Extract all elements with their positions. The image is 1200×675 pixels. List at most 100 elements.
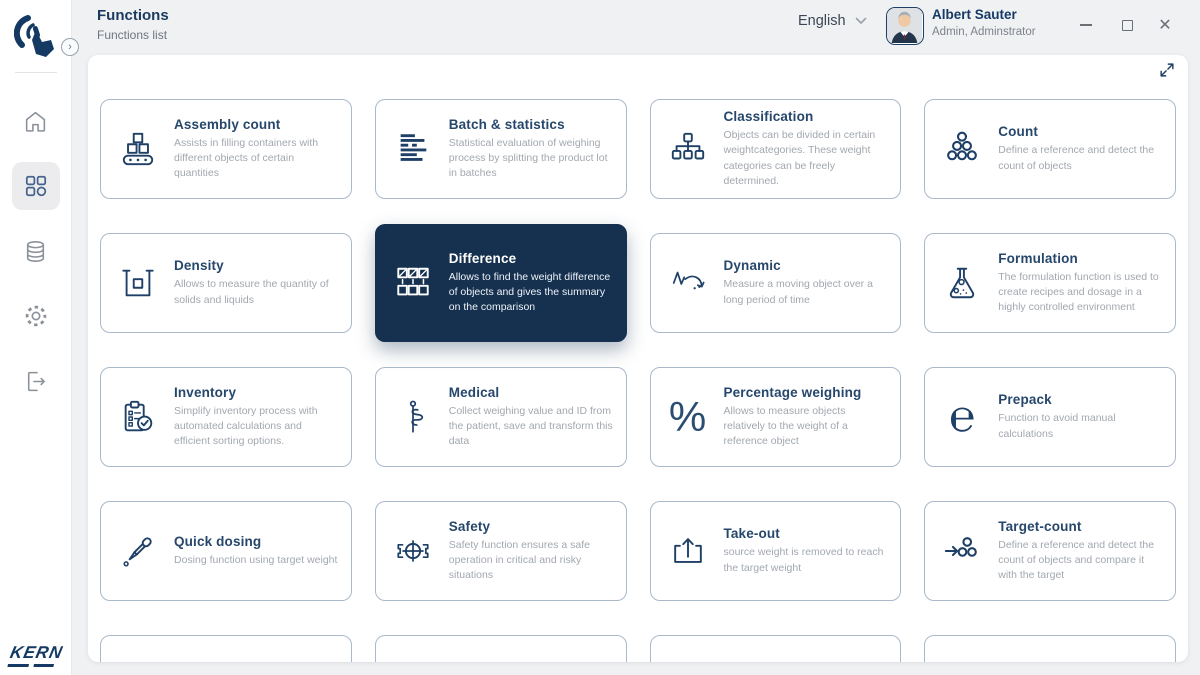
kern-touch-logo [13, 4, 58, 66]
density-icon [115, 264, 161, 302]
minimize-icon [1080, 24, 1092, 26]
window-minimize-button[interactable] [1075, 14, 1097, 36]
card-description: source weight is removed to reach the ta… [723, 546, 884, 574]
functions-panel: Assembly count Assists in filling contain… [88, 55, 1188, 662]
take-out-icon [665, 532, 711, 570]
function-card-difference[interactable]: Difference Allows to find the weight diff… [374, 224, 627, 342]
card-description: Dosing function using target weight [174, 553, 338, 566]
quick-dosing-icon [115, 532, 161, 570]
sidebar-expand-button[interactable]: › [61, 38, 79, 56]
card-title: Count [998, 124, 1038, 140]
card-description: Objects can be divided in certain weight… [723, 129, 876, 187]
kern-brand-underline [7, 663, 61, 666]
function-card-classification[interactable]: Classification Objects can be divided in … [649, 99, 902, 199]
sidebar-item-database[interactable] [12, 227, 60, 275]
function-card-safety[interactable]: Safety Safety function ensures a safe ope… [374, 501, 627, 601]
function-card-partial-1[interactable] [100, 635, 352, 662]
function-card-batch-statistics[interactable]: Batch & statistics Statistical evaluation… [374, 99, 627, 199]
card-title: Assembly count [174, 116, 281, 132]
card-description: Measure a moving object over a long peri… [723, 278, 873, 306]
medical-icon [390, 398, 436, 436]
percentage-glyph: % [668, 393, 707, 440]
chevron-right-icon: › [68, 40, 72, 53]
function-card-dynamic[interactable]: Dynamic Measure a moving object over a lo… [649, 233, 902, 333]
page-title: Functions [97, 7, 169, 24]
function-card-count[interactable]: Count Define a reference and detect the c… [924, 99, 1176, 199]
function-card-prepack[interactable]: ℮ Prepack Function to avoid manual calcul… [924, 367, 1176, 467]
expand-icon [1158, 61, 1178, 79]
dynamic-icon [665, 264, 711, 302]
function-card-assembly-count[interactable]: Assembly count Assists in filling contain… [100, 99, 352, 199]
user-role: Admin, Adminstrator [932, 26, 1036, 38]
function-card-partial-3[interactable] [649, 635, 902, 662]
function-card-medical[interactable]: Medical Collect weighing value and ID fro… [374, 367, 627, 467]
card-description: Assists in filling containers with diffe… [174, 136, 319, 180]
home-icon [23, 109, 48, 134]
kern-brand-logo: KERN [7, 642, 65, 666]
card-description: Collect weighing value and ID from the p… [448, 404, 613, 448]
prepack-icon: ℮ [939, 395, 985, 439]
card-description: Function to avoid manual calculations [998, 412, 1116, 440]
batch-statistics-icon [390, 130, 436, 168]
maximize-icon [1121, 19, 1133, 31]
card-title: Prepack [998, 392, 1052, 408]
panel-expand-button[interactable] [1158, 61, 1178, 81]
function-card-target-count[interactable]: Target-count Define a reference and detec… [924, 501, 1176, 601]
settings-gear-icon [23, 303, 49, 329]
language-value: English [798, 13, 846, 29]
card-description: The formulation function is used to crea… [998, 270, 1159, 314]
user-avatar[interactable] [886, 7, 924, 45]
assembly-count-icon [115, 130, 161, 168]
logout-icon [23, 369, 48, 394]
card-title: Difference [448, 250, 517, 266]
card-description: Define a reference and detect the count … [998, 144, 1155, 172]
card-title: Percentage weighing [723, 384, 862, 400]
database-icon [23, 239, 48, 264]
card-title: Safety [448, 518, 491, 534]
function-card-partial-4[interactable] [924, 635, 1176, 662]
function-card-density[interactable]: Density Allows to measure the quantity of… [100, 233, 352, 333]
formulation-icon [939, 264, 985, 302]
function-card-quick-dosing[interactable]: Quick dosing Dosing function using target… [100, 501, 352, 601]
count-icon [939, 130, 985, 168]
card-title: Quick dosing [174, 533, 262, 549]
close-icon: ✕ [1158, 17, 1172, 34]
window-maximize-button[interactable] [1116, 14, 1138, 36]
card-description: Statistical evaluation of weighing proce… [448, 136, 608, 180]
function-card-take-out[interactable]: Take-out source weight is removed to reac… [649, 501, 902, 601]
function-card-inventory[interactable]: Inventory Simplify inventory process with… [100, 367, 352, 467]
user-name: Albert Sauter [932, 7, 1017, 22]
card-title: Density [174, 258, 224, 274]
card-title: Medical [448, 384, 500, 400]
function-card-percentage-weighing[interactable]: % Percentage weighing Allows to measure o… [649, 367, 902, 467]
target-count-icon [939, 532, 985, 570]
card-description: Simplify inventory process with automate… [174, 404, 318, 448]
card-title: Batch & statistics [448, 116, 565, 132]
sidebar-item-functions[interactable] [11, 162, 60, 210]
sidebar-item-settings[interactable] [12, 292, 60, 340]
functions-grid: Assembly count Assists in filling contain… [100, 99, 1176, 662]
card-title: Formulation [998, 250, 1078, 266]
function-card-formulation[interactable]: Formulation The formulation function is u… [924, 233, 1176, 333]
sidebar-item-home[interactable] [12, 97, 60, 145]
difference-icon [390, 264, 436, 302]
kern-brand-text: KERN [8, 642, 65, 662]
card-title: Classification [723, 109, 814, 125]
language-selector[interactable]: English [798, 13, 867, 29]
card-title: Dynamic [723, 258, 781, 274]
card-description: Allows to find the weight difference of … [448, 270, 611, 314]
sidebar-item-logout[interactable] [12, 357, 60, 405]
window-close-button[interactable]: ✕ [1154, 14, 1176, 36]
chevron-down-icon [855, 17, 867, 25]
sidebar: KERN [0, 0, 72, 675]
function-card-partial-2[interactable] [374, 635, 627, 662]
estimated-sign-glyph: ℮ [949, 391, 976, 442]
safety-icon [390, 532, 436, 570]
card-title: Target-count [998, 518, 1082, 534]
page-subtitle: Functions list [97, 28, 168, 42]
card-title: Take-out [723, 526, 780, 542]
card-description: Safety function ensures a safe operation… [448, 538, 591, 582]
card-description: Define a reference and detect the count … [998, 538, 1155, 582]
classification-icon [665, 130, 711, 168]
card-title: Inventory [174, 384, 237, 400]
